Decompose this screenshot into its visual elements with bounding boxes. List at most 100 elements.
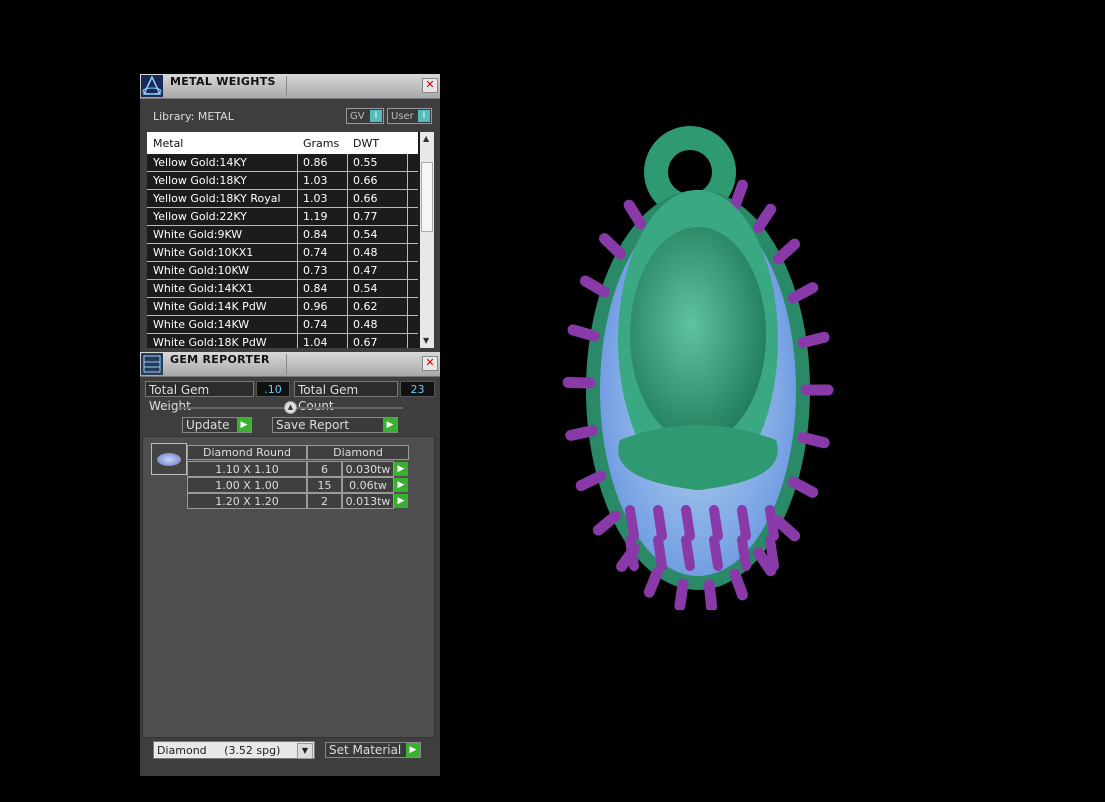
table-row[interactable]: Yellow Gold:14KY 0.86 0.55 [147,154,418,172]
cell-grams: 0.74 [303,318,328,331]
cell-grams: 1.19 [303,210,328,223]
scroll-up-icon[interactable]: ▲ [423,134,429,143]
metal-scrollbar[interactable]: ▲ ▼ [420,132,434,348]
gv-toggle[interactable]: GV I [346,108,384,124]
material-select[interactable]: Diamond (3.52 spg) ▼ [153,741,315,759]
table-row[interactable]: Yellow Gold:18KY Royal 1.03 0.66 [147,190,418,208]
cell-grams: 0.84 [303,228,328,241]
col-header-metal[interactable]: Metal [153,137,183,150]
prong [765,505,779,541]
play-arrow-icon: ▶ [237,418,251,432]
prong [737,535,751,571]
cell-grams: 0.84 [303,282,328,295]
gem-cell-size: 1.20 X 1.20 [187,493,307,509]
prong [709,535,723,571]
gem-cell-weight: 0.030tw [342,461,394,477]
prong [737,505,751,541]
prong [681,505,695,541]
pyramid-logo-icon [141,75,163,97]
cell-metal: White Gold:14KW [153,318,250,331]
save-report-button[interactable]: Save Report ▶ [272,417,398,433]
table-row[interactable]: Yellow Gold:18KY 1.03 0.66 [147,172,418,190]
prong [653,505,667,541]
cell-grams: 1.04 [303,336,328,348]
metal-weights-titlebar[interactable]: METAL WEIGHTS ✕ [140,74,440,99]
cell-grams: 0.96 [303,300,328,313]
cell-metal: White Gold:10KX1 [153,246,254,259]
material-select-value: Diamond (3.52 spg) [157,744,281,757]
prong [565,425,598,441]
prong [787,476,819,498]
scroll-thumb[interactable] [421,162,433,232]
table-row[interactable]: Yellow Gold:22KY 1.19 0.77 [147,208,418,226]
panel-title: GEM REPORTER [170,353,270,366]
cell-metal: Yellow Gold:14KY [153,156,247,169]
table-row[interactable]: White Gold:14KW 0.74 0.48 [147,316,418,334]
gem-cell-size: 1.10 X 1.10 [187,461,307,477]
total-gem-count-value: 23 [400,381,435,397]
cell-metal: Yellow Gold:18KY Royal [153,192,281,205]
prong [562,376,596,389]
table-row[interactable]: White Gold:10KW 0.73 0.47 [147,262,418,280]
scroll-down-icon[interactable]: ▼ [423,336,429,345]
gem-cell-count: 2 [307,493,342,509]
set-material-button[interactable]: Set Material ▶ [325,742,421,758]
update-label: Update [186,418,230,432]
prong [772,515,801,542]
user-toggle[interactable]: User I [387,108,432,124]
slider-knob-icon[interactable]: ▲ [284,401,297,414]
gem-cell-count: 15 [307,477,342,493]
cell-grams: 1.03 [303,174,328,187]
gem-cell-size: 1.00 X 1.00 [187,477,307,493]
column-divider [347,154,348,348]
cell-dwt: 0.54 [353,282,378,295]
chevron-down-icon[interactable]: ▼ [297,743,313,759]
prong [797,331,830,349]
table-row[interactable]: White Gold:18K PdW 1.04 0.67 [147,334,418,348]
gem-row-arrow-icon[interactable]: ▶ [394,462,408,476]
prong [575,470,607,492]
update-button[interactable]: Update ▶ [182,417,252,433]
prong [729,568,748,601]
cell-dwt: 0.66 [353,192,378,205]
gv-label: GV [350,111,365,122]
prong [579,275,610,298]
prong [729,179,748,212]
gem-reporter-titlebar[interactable]: GEM REPORTER ✕ [140,352,440,377]
gem-cell-weight: 0.06tw [342,477,394,493]
cell-metal: White Gold:10KW [153,264,250,277]
prong [703,579,718,610]
cell-metal: White Gold:14K PdW [153,300,267,313]
prong [623,199,647,230]
play-arrow-icon: ▶ [406,743,420,757]
gem-row-arrow-icon[interactable]: ▶ [394,494,408,508]
cell-metal: White Gold:9KW [153,228,243,241]
prong [592,510,621,536]
material-header: Diamond [307,445,409,460]
gem-report-logo-icon [141,353,163,375]
col-header-dwt[interactable]: DWT [353,137,379,150]
metal-weights-panel: METAL WEIGHTS ✕ Library: METAL GV I User… [140,74,440,352]
prong [625,535,639,571]
cell-dwt: 0.48 [353,246,378,259]
close-icon[interactable]: ✕ [422,356,438,371]
diamond-thumbnail-icon [151,443,187,475]
table-row[interactable]: White Gold:9KW 0.84 0.54 [147,226,418,244]
gem-row-arrow-icon[interactable]: ▶ [394,478,408,492]
cell-metal: White Gold:14KX1 [153,282,254,295]
prong [567,324,600,342]
gem-cell-weight: 0.013tw [342,493,394,509]
table-row[interactable]: White Gold:10KX1 0.74 0.48 [147,244,418,262]
gem-cell-count: 6 [307,461,342,477]
prong [674,578,689,610]
cell-metal: Yellow Gold:18KY [153,174,247,187]
metal-table: Metal Grams DWT Yellow Gold:14KY 0.86 0.55… [147,132,434,348]
close-icon[interactable]: ✕ [422,78,438,93]
cell-grams: 0.86 [303,156,328,169]
set-material-label: Set Material [329,743,402,757]
col-header-grams[interactable]: Grams [303,137,339,150]
table-row[interactable]: White Gold:14KX1 0.84 0.54 [147,280,418,298]
prong [752,203,777,234]
pendant-3d-viewport[interactable] [560,110,840,610]
table-row[interactable]: White Gold:14K PdW 0.96 0.62 [147,298,418,316]
